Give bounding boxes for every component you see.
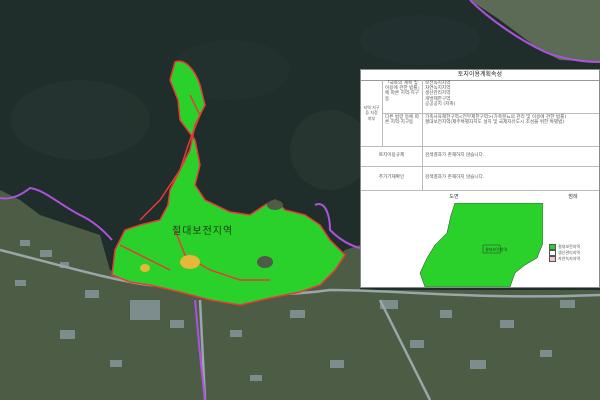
zone-label: 절대보전지역	[172, 226, 234, 237]
zoning-row-label: 지역 지구 등 지정 여부	[361, 80, 383, 146]
zoning-law-header: 「국토의 계획 및 이용에 관한 법률」에 따른 지역·지구등	[383, 80, 423, 113]
additional-row: 추가기재확인 검색결과가 존재하지 않습니다.	[361, 166, 599, 191]
legend-swatch	[549, 256, 556, 262]
regulation-row: 토지이용규제 검색결과가 존재하지 않습니다.	[361, 146, 599, 167]
legend-item: 자연녹지지역	[549, 256, 580, 262]
regulation-header: 토지이용규제	[361, 146, 423, 166]
map-header: 도면	[449, 194, 459, 200]
zoning-law-values: 보전녹지지역 자연녹지지역 생산관리지역 개발제한구역 공공공지 (저촉)	[425, 81, 456, 107]
additional-header: 추가기재확인	[361, 166, 423, 190]
additional-value: 검색결과가 존재하지 않습니다.	[425, 175, 485, 181]
regulation-value: 검색결과가 존재하지 않습니다.	[425, 153, 485, 159]
legend: 절대보전지역 생산관리지역 자연녹지지역	[549, 244, 580, 262]
mini-map-label: 절대보전지역	[485, 246, 507, 252]
legend-label: 자연녹지지역	[558, 256, 581, 261]
other-law-header: 다른 법령 등에 따른 지역·지구등	[383, 113, 423, 146]
zoning-row: 지역 지구 등 지정 여부 「국토의 계획 및 이용에 관한 법률」에 따른 지…	[361, 80, 599, 147]
legend-header: 범례	[568, 194, 578, 200]
mini-map: 절대보전지역	[365, 203, 543, 287]
land-use-panel: 토지이용계획속성 지역 지구 등 지정 여부 「국토의 계획 및 이용에 관한 …	[360, 69, 600, 288]
other-law-values: 가축사육제한구역<전부제한구역>(가축분뇨의 관리 및 이용에 관한 법률) 절…	[423, 113, 599, 146]
